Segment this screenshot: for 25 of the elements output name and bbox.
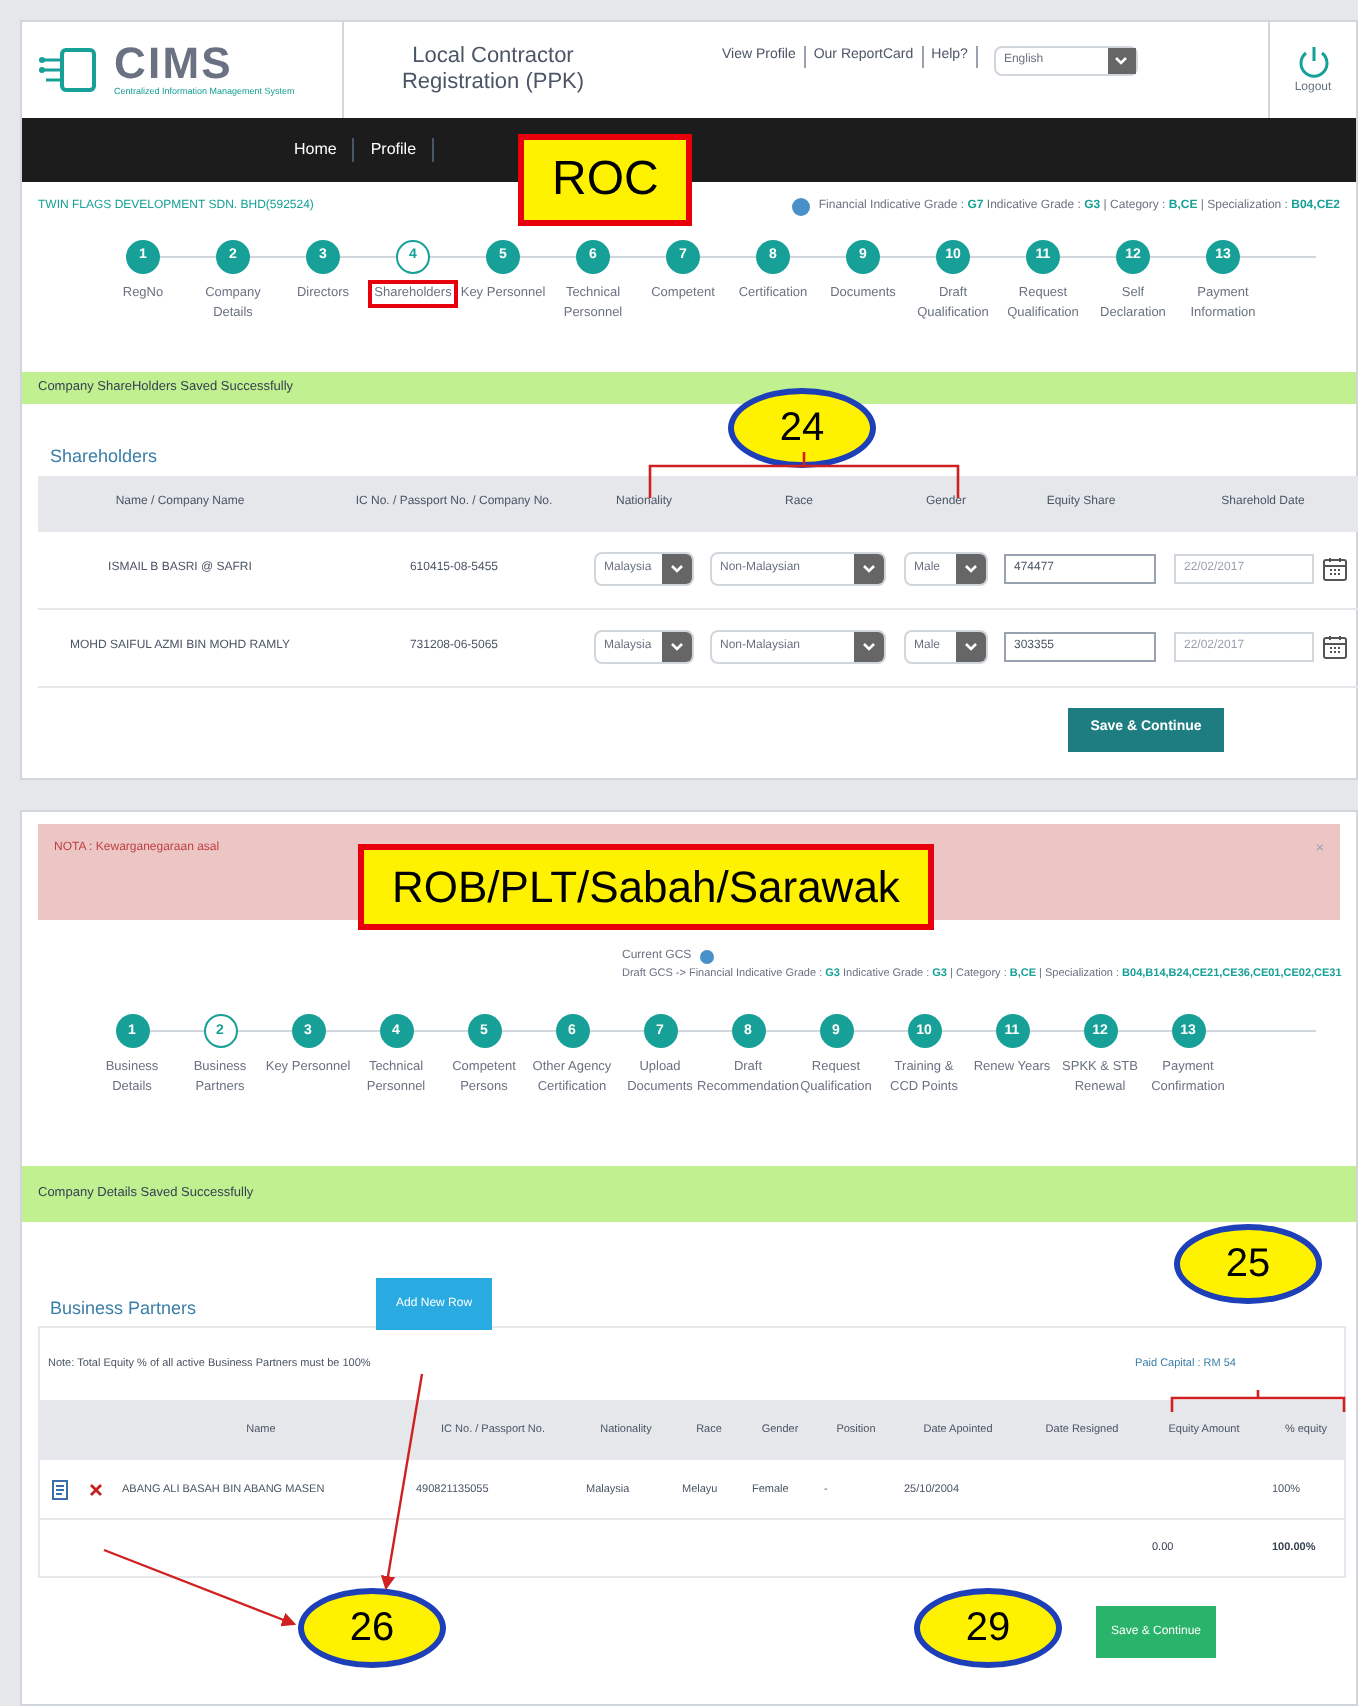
section-title: Business Partners (50, 1295, 197, 1322)
delete-icon[interactable] (90, 1483, 102, 1496)
callout-number: 25 (1174, 1224, 1322, 1304)
document-icon[interactable] (52, 1479, 68, 1500)
callout-number: 29 (914, 1588, 1062, 1668)
callout-number: 26 (298, 1588, 446, 1668)
chevron-icon (854, 554, 884, 584)
annotation-label: ROC (518, 134, 693, 226)
chevron-icon (662, 632, 692, 662)
chevron-icon (1107, 48, 1136, 74)
chevron-icon (854, 632, 884, 662)
calendar-icon[interactable] (1322, 556, 1348, 582)
chevron-icon (956, 632, 986, 662)
info-icon (699, 950, 714, 964)
nav-link[interactable]: Home (278, 138, 355, 162)
calendar-icon[interactable] (1322, 634, 1348, 660)
page-title: Local Contractor Registration (PPK) (399, 44, 587, 96)
chevron-icon (662, 554, 692, 584)
nav-link[interactable]: Profile (354, 138, 435, 162)
annotation-label: ROB/PLT/Sabah/Sarawak (358, 844, 934, 930)
power-icon (1295, 43, 1331, 79)
logo-title: CIMS (114, 41, 233, 86)
section-title: Shareholders (48, 444, 160, 470)
info-icon (792, 198, 811, 216)
chevron-icon (956, 554, 986, 584)
